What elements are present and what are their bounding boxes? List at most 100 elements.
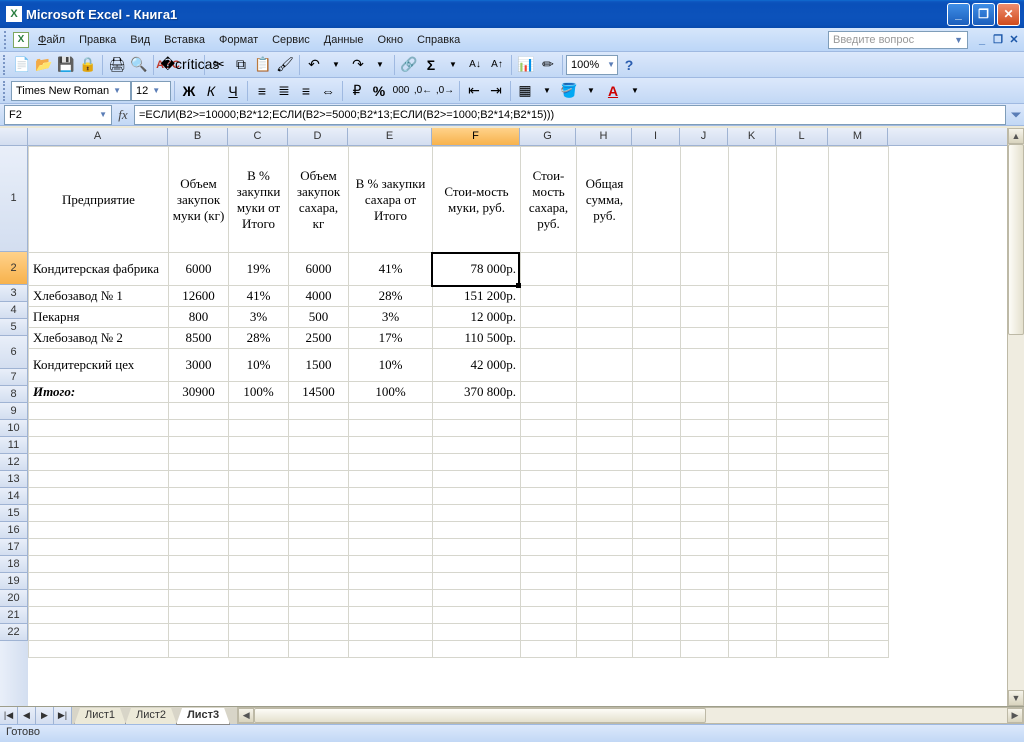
cell[interactable] (229, 420, 289, 437)
close-button[interactable]: ✕ (997, 3, 1020, 26)
menu-help[interactable]: Справка (410, 31, 467, 49)
cell[interactable]: 41% (229, 286, 289, 307)
row-header[interactable]: 17 (0, 539, 28, 556)
cell[interactable] (829, 471, 889, 488)
underline-icon[interactable]: Ч (222, 80, 244, 102)
cell[interactable] (521, 556, 577, 573)
cell[interactable] (681, 454, 729, 471)
cell[interactable]: 78 000р. (433, 253, 521, 286)
cell[interactable] (829, 382, 889, 403)
row-header[interactable]: 7 (0, 369, 28, 386)
cell[interactable] (433, 573, 521, 590)
cell[interactable] (29, 607, 169, 624)
cell[interactable] (777, 147, 829, 253)
cell[interactable] (777, 590, 829, 607)
cell[interactable] (229, 539, 289, 556)
cell[interactable]: 4000 (289, 286, 349, 307)
paste-icon[interactable]: 📋 (252, 54, 274, 76)
cell[interactable] (577, 590, 633, 607)
prev-tab-icon[interactable]: ◀ (18, 707, 36, 724)
cell[interactable] (729, 488, 777, 505)
cell[interactable]: Хлебозавод № 2 (29, 328, 169, 349)
cell[interactable] (681, 328, 729, 349)
cell[interactable] (229, 454, 289, 471)
cell[interactable] (577, 488, 633, 505)
cell[interactable] (169, 471, 229, 488)
cell[interactable] (633, 328, 681, 349)
cell[interactable]: 28% (349, 286, 433, 307)
cut-icon[interactable]: ✂ (208, 54, 230, 76)
cell[interactable] (289, 488, 349, 505)
cell[interactable] (681, 641, 729, 658)
cell[interactable] (633, 286, 681, 307)
cell[interactable] (169, 607, 229, 624)
cell[interactable] (521, 607, 577, 624)
cell[interactable] (229, 624, 289, 641)
cell[interactable] (29, 454, 169, 471)
cell[interactable]: 2500 (289, 328, 349, 349)
row-header[interactable]: 20 (0, 590, 28, 607)
chevron-down-icon[interactable]: ▼ (580, 80, 602, 102)
cell[interactable] (349, 420, 433, 437)
row-header[interactable]: 16 (0, 522, 28, 539)
column-header[interactable]: I (632, 128, 680, 145)
decrease-decimal-icon[interactable]: ,0→ (434, 80, 456, 102)
cell[interactable]: 30900 (169, 382, 229, 403)
cell[interactable]: 10% (349, 349, 433, 382)
minimize-button[interactable]: _ (947, 3, 970, 26)
cell[interactable] (229, 573, 289, 590)
column-header[interactable]: E (348, 128, 432, 145)
ask-question-box[interactable]: Введите вопрос ▼ (828, 31, 968, 49)
excel-doc-icon[interactable]: X (13, 32, 29, 48)
cell[interactable] (229, 471, 289, 488)
cell[interactable] (633, 641, 681, 658)
row-header[interactable]: 22 (0, 624, 28, 641)
cell[interactable] (169, 505, 229, 522)
cell[interactable] (633, 590, 681, 607)
cell[interactable]: Стои-мость муки, руб. (433, 147, 521, 253)
cell[interactable] (829, 590, 889, 607)
menu-view[interactable]: Вид (123, 31, 157, 49)
column-header[interactable]: J (680, 128, 728, 145)
cell[interactable] (289, 420, 349, 437)
font-size-dropdown[interactable]: 12 ▼ (131, 81, 171, 101)
cell[interactable]: 6000 (169, 253, 229, 286)
chevron-down-icon[interactable]: ▼ (624, 80, 646, 102)
cell[interactable]: 500 (289, 307, 349, 328)
cell[interactable] (681, 590, 729, 607)
cell[interactable] (521, 454, 577, 471)
cell[interactable] (577, 556, 633, 573)
cell[interactable] (289, 471, 349, 488)
cell[interactable] (829, 307, 889, 328)
cell[interactable] (729, 147, 777, 253)
cell[interactable] (681, 573, 729, 590)
row-header[interactable]: 10 (0, 420, 28, 437)
cell[interactable] (433, 437, 521, 454)
cell[interactable] (729, 607, 777, 624)
cell[interactable] (289, 573, 349, 590)
cell[interactable] (577, 573, 633, 590)
cell[interactable] (229, 505, 289, 522)
drawing-icon[interactable]: ✏ (537, 54, 559, 76)
cell[interactable] (633, 253, 681, 286)
cell[interactable] (169, 539, 229, 556)
doc-restore-button[interactable]: ❐ (990, 33, 1006, 47)
cell[interactable] (829, 488, 889, 505)
cell[interactable] (289, 522, 349, 539)
cell[interactable]: В % закупки муки от Итого (229, 147, 289, 253)
row-header[interactable]: 3 (0, 285, 28, 302)
redo-icon[interactable]: ↷ (347, 54, 369, 76)
cell[interactable]: 100% (229, 382, 289, 403)
cell[interactable] (681, 471, 729, 488)
cell[interactable] (229, 488, 289, 505)
cell[interactable] (777, 420, 829, 437)
increase-indent-icon[interactable]: ⇥ (485, 80, 507, 102)
cell[interactable] (433, 522, 521, 539)
cell[interactable] (681, 505, 729, 522)
cell[interactable] (829, 437, 889, 454)
research-icon[interactable]: �críticas (179, 54, 201, 76)
cell[interactable] (577, 522, 633, 539)
cell[interactable] (29, 624, 169, 641)
cell[interactable] (829, 573, 889, 590)
save-icon[interactable]: 💾 (55, 54, 77, 76)
